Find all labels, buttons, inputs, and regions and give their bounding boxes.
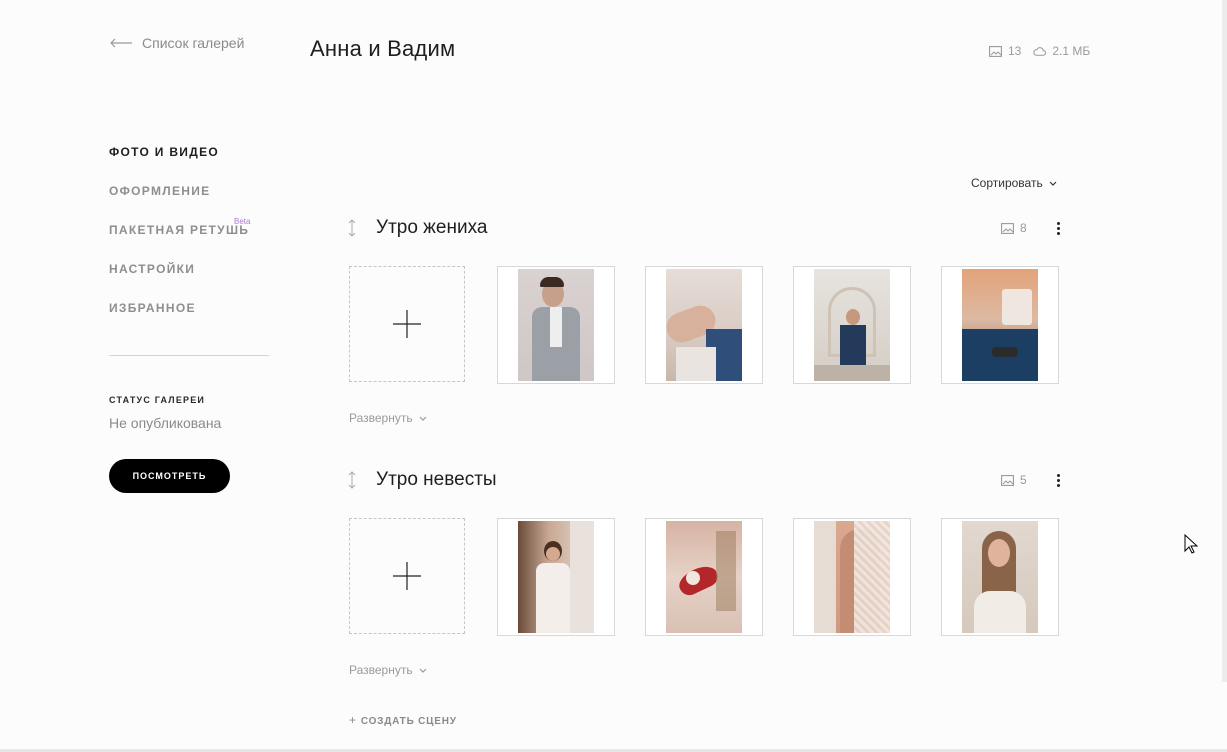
drag-handle-icon[interactable] bbox=[347, 471, 357, 489]
photo-bride-shoes bbox=[666, 521, 742, 633]
photo-groom-portrait bbox=[518, 269, 594, 381]
scene-menu-icon[interactable] bbox=[1052, 473, 1064, 487]
nav-settings[interactable]: НАСТРОЙКИ bbox=[109, 262, 249, 301]
photo-thumbnail[interactable] bbox=[497, 266, 615, 384]
cloud-icon bbox=[1033, 46, 1047, 56]
photo-thumbnail[interactable] bbox=[793, 266, 911, 384]
expand-scene-button[interactable]: Развернуть bbox=[349, 411, 427, 425]
scene-count-value: 5 bbox=[1020, 473, 1027, 487]
scene-count-value: 8 bbox=[1020, 221, 1027, 235]
photo-thumbnail[interactable] bbox=[941, 518, 1059, 636]
photo-thumbnail[interactable] bbox=[645, 266, 763, 384]
create-scene-label: СОЗДАТЬ СЦЕНУ bbox=[360, 716, 457, 727]
storage-size: 2.1 МБ bbox=[1052, 44, 1091, 58]
nav-favorites[interactable]: ИЗБРАННОЕ bbox=[109, 301, 249, 340]
image-icon bbox=[989, 45, 1002, 57]
sort-label: Сортировать bbox=[971, 176, 1043, 190]
photo-groom-accessories bbox=[962, 269, 1038, 381]
expand-label: Развернуть bbox=[349, 411, 413, 425]
back-link-label: Список галерей bbox=[142, 35, 245, 51]
nav-batch-retouch-label: ПАКЕТНАЯ РЕТУШЬ bbox=[109, 223, 250, 237]
nav-batch-retouch[interactable]: ПАКЕТНАЯ РЕТУШЬ Beta bbox=[109, 217, 250, 262]
image-icon bbox=[1001, 222, 1014, 234]
photo-thumbnail[interactable] bbox=[497, 518, 615, 636]
plus-icon bbox=[393, 310, 421, 338]
chevron-down-icon bbox=[1049, 181, 1057, 186]
page-title: Анна и Вадим bbox=[310, 36, 456, 61]
mouse-cursor-icon bbox=[1184, 534, 1198, 554]
gallery-status-label: СТАТУС ГАЛЕРЕИ bbox=[109, 395, 206, 405]
scene-title[interactable]: Утро невесты bbox=[376, 469, 497, 491]
gallery-status-value: Не опубликована bbox=[109, 415, 222, 431]
scene-photo-count: 5 bbox=[1001, 473, 1027, 487]
expand-label: Развернуть bbox=[349, 663, 413, 677]
sort-dropdown[interactable]: Сортировать bbox=[971, 176, 1057, 190]
plus-icon: + bbox=[349, 713, 357, 727]
add-photo-button[interactable] bbox=[349, 266, 465, 382]
nav-design[interactable]: ОФОРМЛЕНИЕ bbox=[109, 184, 249, 223]
photo-bride-dress-back bbox=[814, 521, 890, 633]
nav-photos-videos[interactable]: ФОТО И ВИДЕО bbox=[109, 145, 249, 184]
photo-bride-portrait bbox=[962, 521, 1038, 633]
sidebar-divider bbox=[109, 355, 269, 356]
photo-thumbnail[interactable] bbox=[941, 266, 1059, 384]
scene-photo-count: 8 bbox=[1001, 221, 1027, 235]
chevron-down-icon bbox=[419, 416, 427, 421]
create-scene-button[interactable]: + СОЗДАТЬ СЦЕНУ bbox=[349, 713, 457, 727]
chevron-down-icon bbox=[419, 668, 427, 673]
photo-count: 13 bbox=[1008, 44, 1022, 58]
expand-scene-button[interactable]: Развернуть bbox=[349, 663, 427, 677]
photo-groom-mirror bbox=[814, 269, 890, 381]
photo-bride-mirror bbox=[518, 521, 594, 633]
scene-title[interactable]: Утро жениха bbox=[376, 217, 487, 239]
sidebar-nav: ФОТО И ВИДЕО ОФОРМЛЕНИЕ ПАКЕТНАЯ РЕТУШЬ … bbox=[109, 145, 250, 340]
add-photo-button[interactable] bbox=[349, 518, 465, 634]
scene-menu-icon[interactable] bbox=[1052, 221, 1064, 235]
photo-cufflinks bbox=[666, 269, 742, 381]
drag-handle-icon[interactable] bbox=[347, 219, 357, 237]
back-to-galleries-link[interactable]: Список галерей bbox=[109, 35, 244, 51]
image-icon bbox=[1001, 474, 1014, 486]
arrow-left-icon bbox=[110, 38, 132, 48]
scrollbar[interactable] bbox=[1222, 0, 1227, 682]
view-gallery-button[interactable]: ПОСМОТРЕТЬ bbox=[109, 459, 230, 493]
photo-thumbnail[interactable] bbox=[645, 518, 763, 636]
plus-icon bbox=[393, 562, 421, 590]
gallery-stats: 13 2.1 МБ bbox=[989, 44, 1090, 58]
photo-thumbnail[interactable] bbox=[793, 518, 911, 636]
beta-badge: Beta bbox=[234, 217, 251, 226]
